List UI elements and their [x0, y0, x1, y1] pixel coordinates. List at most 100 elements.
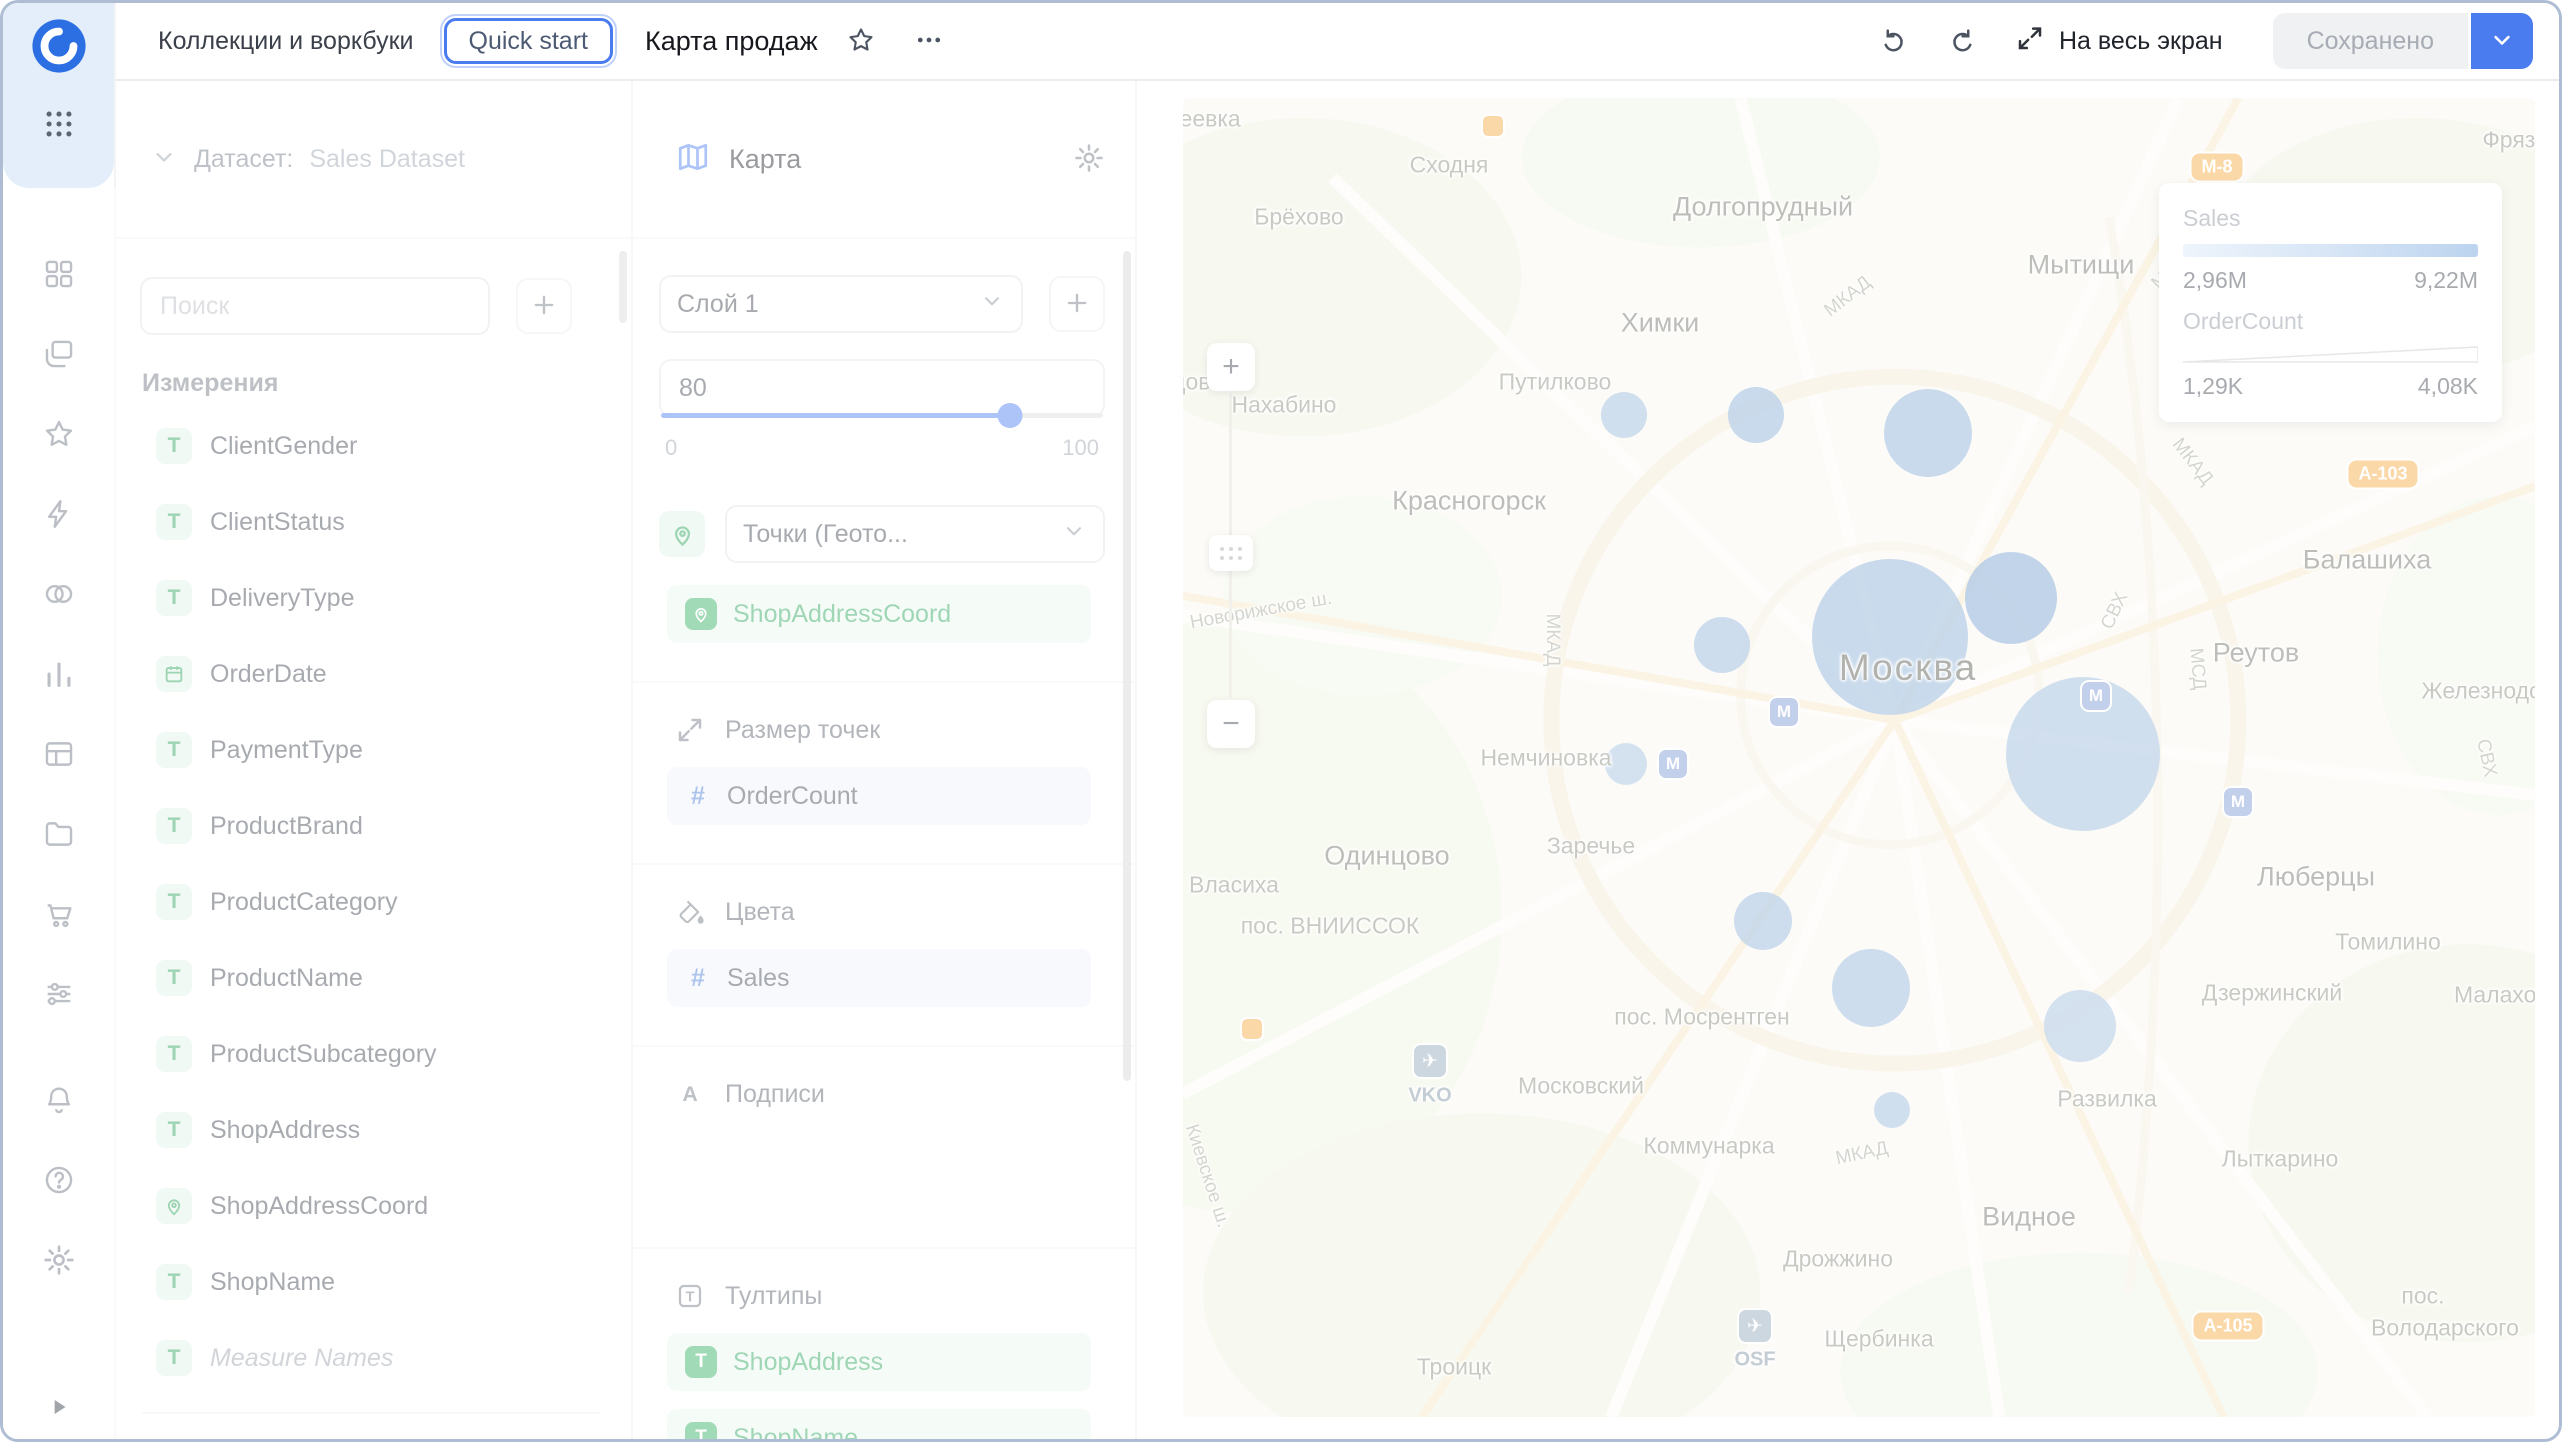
- dataset-field-shopaddress[interactable]: TShopAddress: [116, 1092, 631, 1168]
- field-chip-shopaddresscoord[interactable]: ShopAddressCoord: [667, 585, 1091, 643]
- svg-text:T: T: [686, 1290, 695, 1306]
- field-chip-shopaddress[interactable]: TShopAddress: [667, 1333, 1091, 1391]
- dataset-field-productcategory[interactable]: TProductCategory: [116, 864, 631, 940]
- save-menu-button[interactable]: [2471, 13, 2533, 69]
- plus-icon: [530, 291, 558, 322]
- collapse-panel-button[interactable]: [46, 1394, 72, 1423]
- redo-button[interactable]: [1937, 16, 1987, 66]
- folder-icon: [42, 817, 76, 854]
- legend-sales-max: 9,22M: [2414, 267, 2478, 294]
- field-type-geo-icon: [685, 598, 717, 630]
- quick-start-button[interactable]: Quick start: [444, 18, 613, 64]
- dataset-field-shopaddresscoord[interactable]: ShopAddressCoord: [116, 1168, 631, 1244]
- nav-collections[interactable]: [31, 327, 87, 383]
- gear-icon: [1073, 162, 1105, 177]
- datalens-logo[interactable]: [30, 17, 88, 75]
- field-type-text-icon: T: [156, 884, 192, 920]
- metro-badge: М: [1659, 750, 1687, 778]
- airport-icon: ✈: [1739, 1310, 1771, 1342]
- bar-chart-icon: [42, 657, 76, 694]
- play-icon: [46, 1408, 72, 1423]
- layer-opacity-control: 80: [659, 359, 1105, 417]
- legend-sales-label: Sales: [2183, 205, 2478, 232]
- nav-dashboards[interactable]: [31, 727, 87, 783]
- favorite-star-button[interactable]: [836, 16, 886, 66]
- zoom-out-button[interactable]: −: [1207, 700, 1255, 748]
- dots-grid-icon: [42, 107, 76, 144]
- section-title-point-size: Размер точек: [725, 716, 880, 745]
- nav-charts[interactable]: [31, 647, 87, 703]
- field-chip-ordercount[interactable]: #OrderCount: [667, 767, 1091, 825]
- dataset-scrollbar[interactable]: [619, 251, 627, 323]
- metro-badge: М: [2224, 788, 2252, 816]
- chart-settings-button[interactable]: [1073, 142, 1105, 177]
- field-type-text-icon: T: [156, 732, 192, 768]
- nav-favorites[interactable]: [31, 407, 87, 463]
- metro-badge: М: [2082, 682, 2110, 710]
- dataset-field-clientgender[interactable]: TClientGender: [116, 408, 631, 484]
- dataset-field-clientstatus[interactable]: TClientStatus: [116, 484, 631, 560]
- label-a-icon: A: [675, 1079, 705, 1109]
- field-chip-sales[interactable]: #Sales: [667, 949, 1091, 1007]
- redo-icon: [1947, 25, 1977, 58]
- svg-text:A: A: [682, 1082, 697, 1106]
- chart-config-panel: Карта Слой 1 80: [633, 81, 1137, 1439]
- palette-icon: [675, 897, 705, 927]
- nav-datasets[interactable]: [31, 567, 87, 623]
- dimensions-title: Измерения: [116, 369, 631, 398]
- more-menu-button[interactable]: [904, 16, 954, 66]
- nav-connections[interactable]: [31, 487, 87, 543]
- add-layer-button[interactable]: [1049, 276, 1105, 332]
- labels-drop-zone[interactable]: [633, 1109, 1135, 1209]
- rail-bottom: [3, 1073, 114, 1289]
- nav-recent[interactable]: [31, 247, 87, 303]
- dataset-header[interactable]: Датасет: Sales Dataset: [116, 81, 631, 239]
- app-switcher-button[interactable]: [31, 97, 87, 153]
- help[interactable]: [31, 1153, 87, 1209]
- opacity-slider[interactable]: [661, 413, 1103, 418]
- table-icon: [42, 737, 76, 774]
- star-icon: [846, 25, 876, 58]
- dataset-field-productsubcategory[interactable]: TProductSubcategory: [116, 1016, 631, 1092]
- bell-icon: [42, 1083, 76, 1120]
- zoom-in-button[interactable]: +: [1207, 343, 1255, 391]
- airport-icon: ✈: [1414, 1045, 1446, 1077]
- chart-type-title: Карта: [729, 144, 1055, 175]
- saved-button[interactable]: Сохранено: [2273, 13, 2468, 69]
- field-search-input[interactable]: [140, 277, 490, 335]
- breadcrumb[interactable]: Коллекции и воркбуки: [158, 27, 414, 56]
- dataset-name[interactable]: Sales Dataset: [309, 145, 465, 174]
- fullscreen-button[interactable]: На весь экран: [2015, 23, 2223, 60]
- legend-ordercount-label: OrderCount: [2183, 308, 2478, 335]
- opacity-slider-knob[interactable]: [998, 403, 1023, 428]
- dataset-field-productbrand[interactable]: TProductBrand: [116, 788, 631, 864]
- field-chip-shopname[interactable]: TShopName: [667, 1409, 1091, 1439]
- nav-services[interactable]: [31, 967, 87, 1023]
- config-scrollbar[interactable]: [1123, 251, 1131, 1081]
- settings[interactable]: [31, 1233, 87, 1289]
- undo-button[interactable]: [1869, 16, 1919, 66]
- nav-files[interactable]: [31, 807, 87, 863]
- dataset-field-productname[interactable]: TProductName: [116, 940, 631, 1016]
- dataset-field-measure-names[interactable]: TMeasure Names: [116, 1320, 631, 1396]
- geotype-select[interactable]: Точки (Геото...: [725, 505, 1105, 563]
- field-type-date-icon: [156, 656, 192, 692]
- zoom-slider-handle[interactable]: [1209, 535, 1253, 571]
- dataset-field-orderdate[interactable]: OrderDate: [116, 636, 631, 712]
- road-marker: [1483, 116, 1503, 136]
- field-type-text-icon: T: [156, 1036, 192, 1072]
- dataset-field-deliverytype[interactable]: TDeliveryType: [116, 560, 631, 636]
- squares-icon: [42, 257, 76, 294]
- add-field-button[interactable]: [516, 278, 572, 334]
- star-icon: [42, 417, 76, 454]
- question-icon: [42, 1163, 76, 1200]
- dataset-field-paymenttype[interactable]: TPaymentType: [116, 712, 631, 788]
- legend-gradient-bar: [2183, 244, 2478, 257]
- dataset-field-shopname[interactable]: TShopName: [116, 1244, 631, 1320]
- nav-marketplace[interactable]: [31, 887, 87, 943]
- field-type-text-icon: T: [685, 1346, 717, 1378]
- notifications[interactable]: [31, 1073, 87, 1129]
- layer-select[interactable]: Слой 1: [659, 275, 1023, 333]
- field-type-text-icon: T: [156, 1340, 192, 1376]
- map-canvas[interactable]: СходняБрёховоАндреевкаФрязиноДолгопрудны…: [1183, 98, 2535, 1417]
